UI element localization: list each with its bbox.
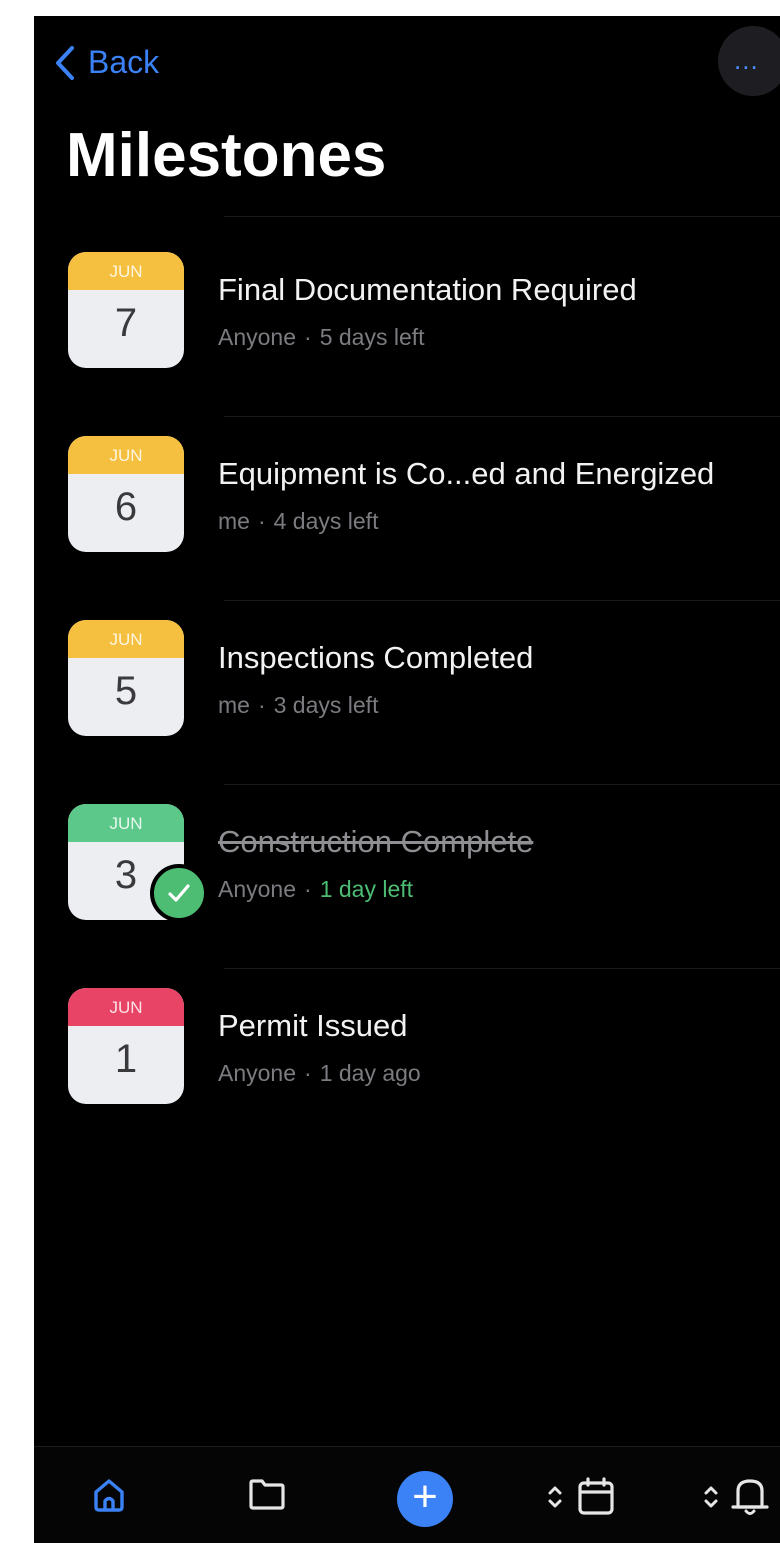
calendar-month: JUN bbox=[68, 804, 184, 842]
milestone-title: Permit Issued bbox=[218, 1008, 408, 1043]
calendar-icon: JUN 5 bbox=[68, 620, 184, 736]
meta-separator: · bbox=[304, 876, 312, 902]
more-icon: ... bbox=[734, 45, 759, 75]
page-title: Milestones bbox=[66, 121, 387, 190]
milestone-title: Inspections Completed bbox=[218, 640, 534, 675]
divider bbox=[224, 416, 780, 417]
calendar-icon: JUN 1 bbox=[68, 988, 184, 1104]
divider bbox=[224, 600, 780, 601]
milestone-due: 4 days left bbox=[273, 508, 379, 534]
calendar-month: JUN bbox=[68, 988, 184, 1026]
back-button[interactable]: Back bbox=[52, 44, 159, 81]
milestone-item[interactable]: JUN 6 Equipment is Co...ed and Energized… bbox=[34, 436, 780, 586]
milestone-item[interactable]: JUN 7 Final Documentation Required Anyon… bbox=[34, 252, 780, 402]
calendar-day: 6 bbox=[114, 485, 138, 529]
milestone-assignee: Anyone bbox=[218, 1060, 297, 1086]
completed-check-icon bbox=[150, 864, 208, 922]
chevron-left-icon bbox=[56, 45, 74, 80]
tab-notifications[interactable] bbox=[702, 1477, 774, 1517]
milestone-meta: Anyone · 1 day ago bbox=[218, 1060, 421, 1087]
milestone-meta: Anyone · 1 day left bbox=[218, 876, 413, 903]
milestone-assignee: Anyone bbox=[218, 324, 297, 350]
milestone-item[interactable]: JUN 3 Construction Complete Anyone · 1 day… bbox=[34, 804, 780, 954]
calendar-day: 1 bbox=[114, 1037, 138, 1081]
divider bbox=[224, 784, 780, 785]
calendar-month: JUN bbox=[68, 252, 184, 290]
home-icon bbox=[94, 1479, 124, 1512]
meta-separator: · bbox=[304, 1060, 312, 1086]
calendar-tab-icon bbox=[548, 1477, 614, 1515]
calendar-icon: JUN 6 bbox=[68, 436, 184, 552]
add-button[interactable]: + bbox=[397, 1471, 453, 1527]
folder-icon bbox=[249, 1479, 285, 1510]
calendar-icon: JUN 7 bbox=[68, 252, 184, 368]
divider bbox=[224, 968, 780, 969]
tab-calendar[interactable] bbox=[546, 1477, 622, 1517]
meta-separator: · bbox=[304, 324, 312, 350]
divider bbox=[224, 216, 780, 217]
milestone-title: Equipment is Co...ed and Energized bbox=[218, 456, 715, 491]
nav-bar: Back ... bbox=[34, 16, 780, 116]
meta-separator: · bbox=[257, 692, 266, 718]
calendar-icon: JUN 3 bbox=[68, 804, 208, 922]
milestone-title: Construction Complete bbox=[218, 824, 534, 859]
tab-bar: + bbox=[34, 1446, 780, 1543]
milestone-meta: Anyone · 5 days left bbox=[218, 324, 425, 351]
tab-files[interactable] bbox=[248, 1477, 286, 1511]
milestone-due: 3 days left bbox=[273, 692, 379, 718]
milestone-item[interactable]: JUN 1 Permit Issued Anyone · 1 day ago bbox=[34, 988, 780, 1138]
add-icon: + bbox=[412, 1472, 438, 1521]
milestone-meta: me · 4 days left bbox=[218, 508, 378, 535]
calendar-day: 7 bbox=[114, 301, 138, 345]
app-screen: Back ... Milestones JUN 7 Final Document… bbox=[34, 16, 780, 1543]
milestone-assignee: me bbox=[218, 692, 250, 718]
calendar-month: JUN bbox=[68, 620, 184, 658]
milestone-assignee: me bbox=[218, 508, 250, 534]
bell-icon bbox=[704, 1479, 769, 1515]
milestone-due: 5 days left bbox=[319, 324, 425, 350]
calendar-month: JUN bbox=[68, 436, 184, 474]
tab-home[interactable] bbox=[92, 1477, 126, 1513]
milestone-title: Final Documentation Required bbox=[218, 272, 637, 307]
milestone-due: 1 day ago bbox=[319, 1060, 421, 1086]
meta-separator: · bbox=[257, 508, 266, 534]
milestone-item[interactable]: JUN 5 Inspections Completed me · 3 days le… bbox=[34, 620, 780, 770]
milestone-meta: me · 3 days left bbox=[218, 692, 378, 719]
more-button[interactable]: ... bbox=[718, 26, 780, 96]
milestone-assignee: Anyone bbox=[218, 876, 297, 902]
back-label: Back bbox=[88, 44, 160, 80]
milestone-due: 1 day left bbox=[319, 876, 414, 902]
calendar-day: 5 bbox=[114, 669, 138, 713]
